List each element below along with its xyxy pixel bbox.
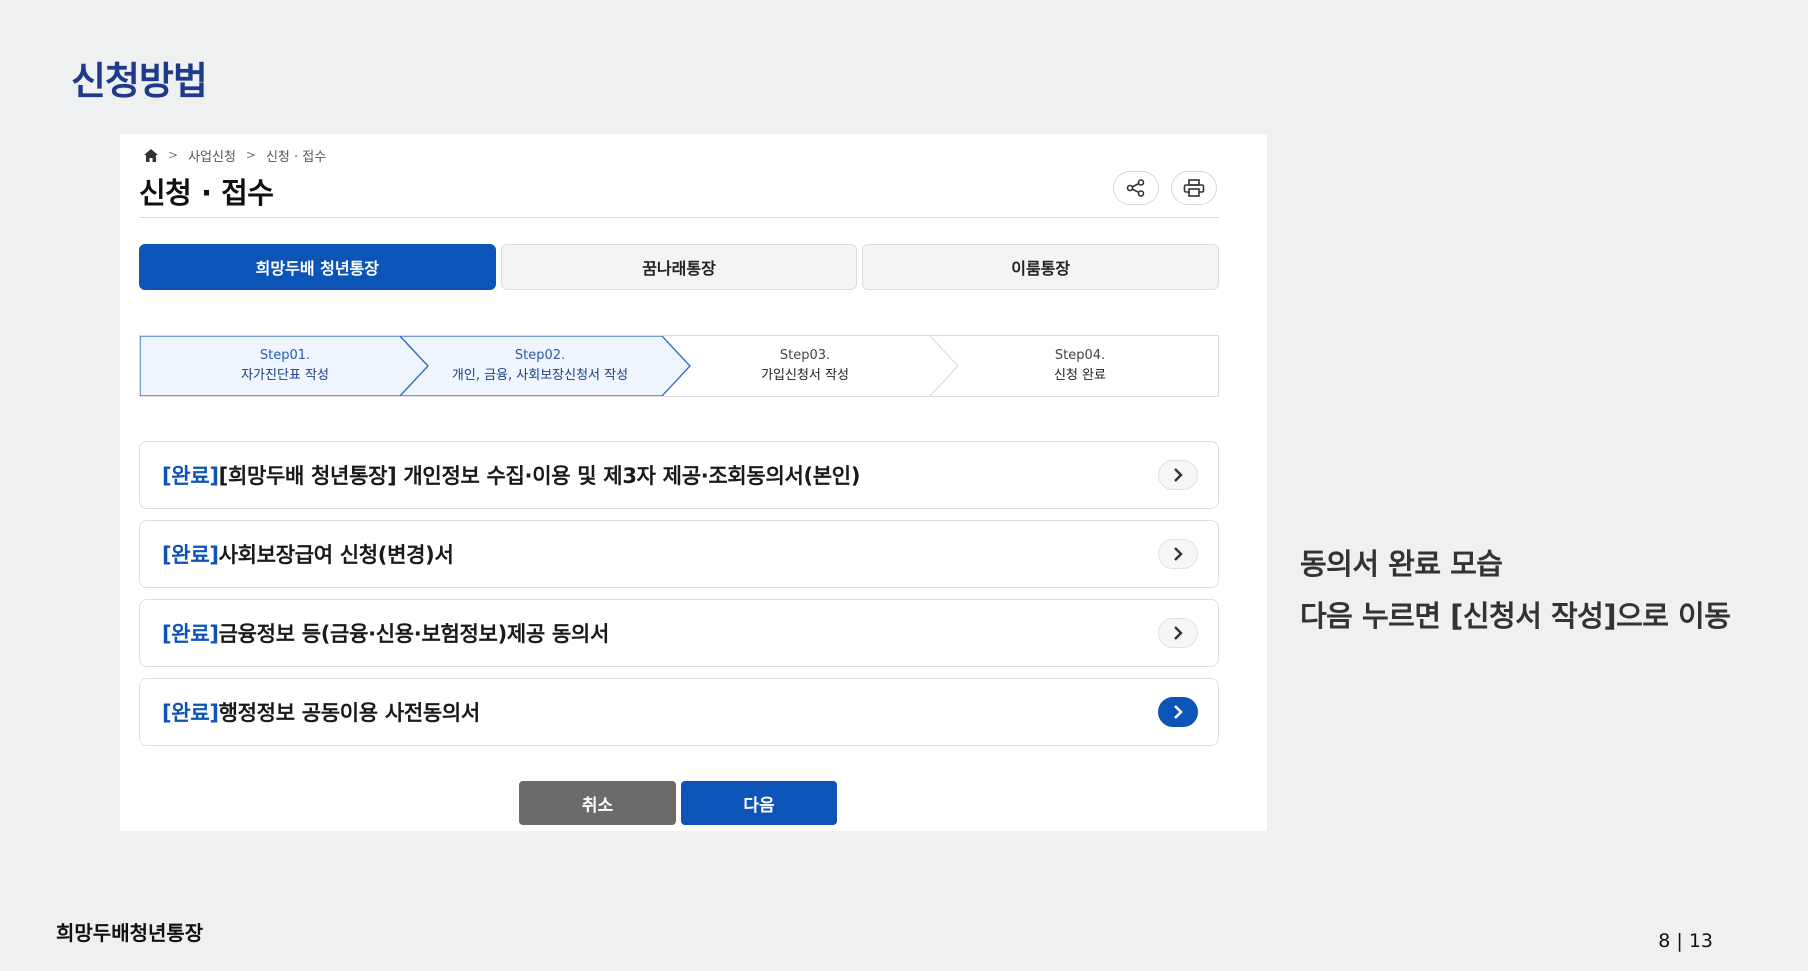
chevron-right-icon[interactable] (1158, 539, 1198, 569)
slide-title: 신청방법 (71, 59, 208, 103)
step-1-name: 자가진단표 작성 (241, 368, 329, 383)
step-4: Step04. 신청 완료 (940, 346, 1220, 386)
tab-achieve[interactable]: 이룸통장 (862, 244, 1220, 290)
breadcrumb: > 사업신청 > 신청 · 접수 (144, 146, 326, 165)
step-2-name: 개인, 금융, 사회보장신청서 작성 (451, 368, 629, 383)
status-tag: [완료] (162, 543, 219, 567)
note-line-1: 동의서 완료 모습 (1300, 547, 1503, 581)
next-button[interactable]: 다음 (681, 781, 837, 825)
footer-title: 희망두배청년통장 (56, 921, 204, 945)
chevron-right-icon: > (245, 148, 256, 162)
page-indicator: 8 | 13 (1658, 930, 1713, 952)
step-progress: Step01. 자가진단표 작성 Step02. 개인, 금융, 사회보장신청서… (139, 335, 1219, 397)
step-1-number: Step01. (259, 348, 311, 363)
chevron-right-icon: > (168, 148, 179, 162)
document-title: 사회보장급여 신청(변경)서 (218, 543, 454, 567)
document-item[interactable]: [완료] 행정정보 공동이용 사전동의서 (139, 678, 1219, 746)
document-title: [희망두배 청년통장] 개인정보 수집·이용 및 제3자 제공·조회동의서(본인… (218, 464, 861, 488)
page-title: 신청 · 접수 (139, 176, 274, 210)
breadcrumb-item-business[interactable]: 사업신청 (188, 146, 236, 165)
document-title: 금융정보 등(금융·신용·보험정보)제공 동의서 (218, 622, 610, 646)
document-item[interactable]: [완료] 사회보장급여 신청(변경)서 (139, 520, 1219, 588)
note-line-2: 다음 누르면 [신청서 작성]으로 이동 (1300, 599, 1731, 633)
step-3-name: 가입신청서 작성 (761, 368, 849, 383)
print-button[interactable] (1171, 171, 1217, 205)
status-tag: [완료] (162, 622, 219, 646)
chevron-right-icon[interactable] (1158, 697, 1198, 727)
step-2: Step02. 개인, 금융, 사회보장신청서 작성 (410, 346, 670, 386)
document-item[interactable]: [완료] [희망두배 청년통장] 개인정보 수집·이용 및 제3자 제공·조회동… (139, 441, 1219, 509)
step-4-name: 신청 완료 (1054, 368, 1106, 383)
title-divider (139, 217, 1219, 218)
application-page-screenshot: > 사업신청 > 신청 · 접수 신청 · 접수 희망두배 청년통장 꿈나래통장… (120, 134, 1267, 831)
program-tabs: 희망두배 청년통장 꿈나래통장 이룸통장 (139, 244, 1220, 290)
status-tag: [완료] (162, 701, 219, 725)
step-1: Step01. 자가진단표 작성 (140, 346, 430, 386)
step-2-number: Step02. (514, 348, 566, 363)
share-button[interactable] (1113, 171, 1159, 205)
tab-hope-double[interactable]: 희망두배 청년통장 (139, 244, 496, 290)
share-icon (1126, 179, 1145, 197)
print-icon (1183, 179, 1205, 197)
tab-dream-wing[interactable]: 꿈나래통장 (500, 244, 858, 290)
step-4-number: Step04. (1054, 348, 1106, 363)
document-item[interactable]: [완료] 금융정보 등(금융·신용·보험정보)제공 동의서 (139, 599, 1219, 667)
chevron-right-icon[interactable] (1158, 460, 1198, 490)
document-title: 행정정보 공동이용 사전동의서 (218, 701, 481, 725)
status-tag: [완료] (162, 464, 219, 488)
breadcrumb-item-apply[interactable]: 신청 · 접수 (266, 146, 326, 165)
slide-note: 동의서 완료 모습 다음 누르면 [신청서 작성]으로 이동 (1300, 538, 1731, 642)
home-icon[interactable] (144, 148, 158, 162)
step-3-number: Step03. (779, 348, 831, 363)
consent-document-list: [완료] [희망두배 청년통장] 개인정보 수집·이용 및 제3자 제공·조회동… (139, 441, 1219, 757)
chevron-right-icon[interactable] (1158, 618, 1198, 648)
cancel-button[interactable]: 취소 (519, 781, 676, 825)
step-3: Step03. 가입신청서 작성 (680, 346, 930, 386)
